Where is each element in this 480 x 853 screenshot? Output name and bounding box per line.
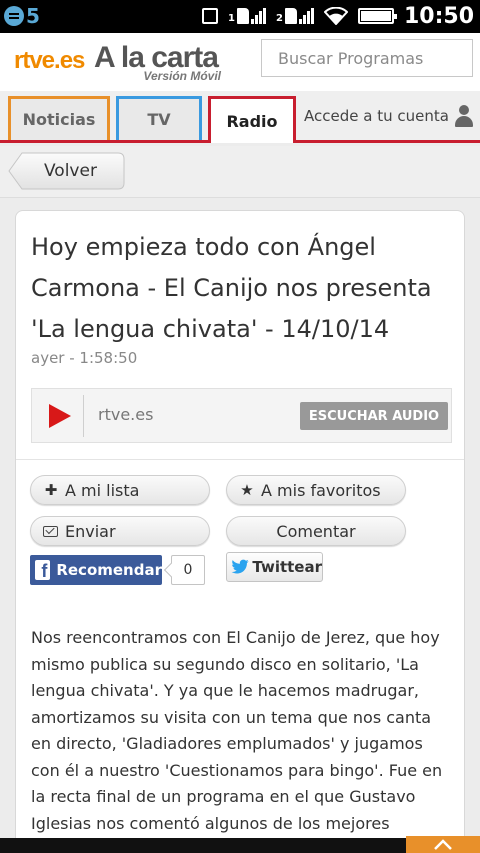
- account-label: Accede a tu cuenta: [304, 107, 449, 125]
- site-logo[interactable]: rtve.es A la carta Versión Móvil: [14, 39, 234, 85]
- recommend-count: 0: [171, 555, 205, 585]
- chevron-up-icon: [434, 839, 452, 850]
- screenshot-icon: [202, 8, 219, 24]
- sim2-label: 2: [276, 13, 283, 24]
- twitter-tweet-button[interactable]: Twittear: [226, 552, 323, 582]
- comment-button[interactable]: Comentar: [226, 516, 406, 546]
- wifi-icon: [323, 7, 348, 25]
- tab-noticias[interactable]: Noticias: [8, 96, 110, 140]
- clock: 10:50: [403, 3, 474, 29]
- tab-tv[interactable]: TV: [116, 96, 202, 140]
- sim1-label: 1: [228, 13, 235, 24]
- plus-icon: ✚: [44, 481, 58, 499]
- facebook-icon: f: [35, 560, 51, 580]
- tab-radio[interactable]: Radio: [208, 96, 296, 143]
- status-icons: 1 2 10:50: [202, 2, 474, 30]
- play-button[interactable]: [40, 395, 84, 437]
- sim-card-icon: [284, 8, 297, 24]
- scroll-to-top-button[interactable]: [406, 836, 480, 853]
- logo-subtitle: Versión Móvil: [143, 69, 221, 83]
- back-button[interactable]: Volver: [8, 152, 125, 190]
- player-domain: rtve.es: [98, 405, 154, 424]
- twitter-bird-icon: [231, 559, 249, 574]
- play-icon: [49, 404, 71, 428]
- signal-bars-icon: [251, 8, 266, 24]
- sim2-signal-icon: 2: [276, 8, 314, 24]
- chat-bubble-icon: [4, 6, 24, 26]
- article-date: ayer - 1:58:50: [31, 349, 138, 367]
- add-to-list-label: A mi lista: [65, 480, 140, 500]
- article-card: Hoy empieza todo con Ángel Carmona - El …: [15, 210, 465, 853]
- status-bar: 5 1 2 10:50: [0, 0, 480, 33]
- add-to-favorites-label: A mis favoritos: [261, 480, 381, 500]
- recommend-label: Recomendar: [56, 561, 162, 579]
- account-link[interactable]: Accede a tu cuenta: [304, 105, 473, 127]
- sim1-signal-icon: 1: [228, 8, 266, 24]
- facebook-recommend-button[interactable]: f Recomendar: [30, 555, 162, 585]
- article-title: Hoy empieza todo con Ángel Carmona - El …: [31, 233, 432, 343]
- divider: [16, 459, 464, 460]
- sim-card-icon: [237, 8, 249, 24]
- main-nav: Noticias TV Radio Accede a tu cuenta: [0, 91, 480, 143]
- star-icon: ★: [240, 481, 254, 499]
- tweet-label: Twittear: [252, 558, 322, 576]
- add-to-favorites-button[interactable]: ★ A mis favoritos: [226, 475, 406, 505]
- send-button[interactable]: Enviar: [30, 516, 210, 546]
- battery-icon: [357, 8, 397, 24]
- notification-area: 5: [4, 4, 40, 28]
- logo-brand: rtve.es: [14, 47, 85, 74]
- send-label: Enviar: [65, 521, 116, 541]
- site-header: rtve.es A la carta Versión Móvil: [0, 33, 480, 91]
- notification-count: 5: [26, 4, 40, 28]
- add-to-list-button[interactable]: ✚ A mi lista: [30, 475, 210, 505]
- signal-bars-icon: [298, 8, 314, 24]
- comment-label: Comentar: [276, 521, 356, 541]
- back-label: Volver: [44, 161, 97, 181]
- back-bar: Volver: [0, 146, 480, 198]
- audio-player: rtve.es ESCUCHAR AUDIO: [31, 388, 452, 443]
- article-description: Nos reencontramos con El Canijo de Jerez…: [31, 628, 443, 833]
- listen-audio-button[interactable]: ESCUCHAR AUDIO: [300, 402, 448, 430]
- search-input[interactable]: [261, 39, 473, 77]
- user-icon: [454, 105, 473, 127]
- envelope-icon: [43, 525, 58, 537]
